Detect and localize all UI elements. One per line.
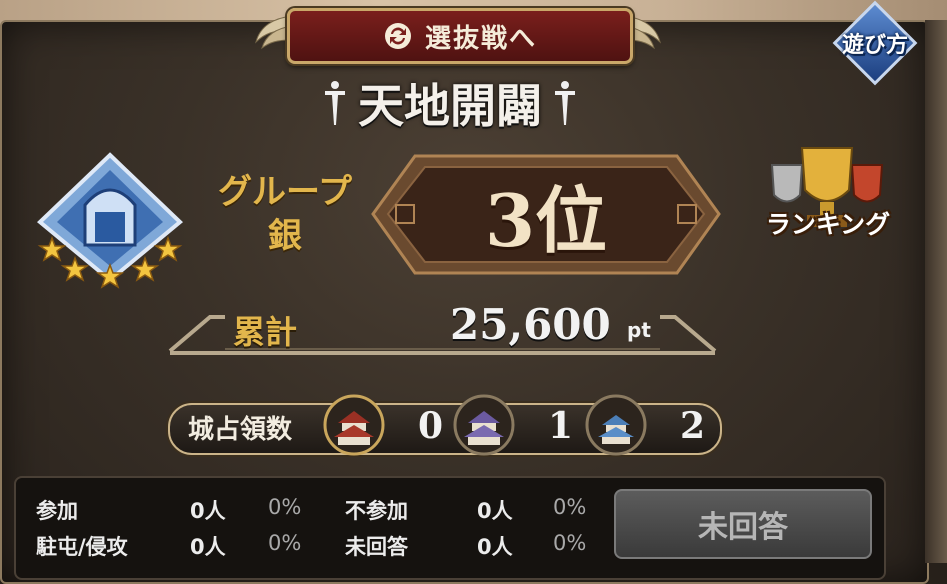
sword-icon [325, 81, 345, 125]
sword-icon [555, 81, 575, 125]
station-label: 駐屯/侵攻 [36, 535, 128, 559]
blue-castle-count: 2 [680, 405, 706, 447]
total-points: 25,600 [450, 300, 611, 349]
join-count: 0人 [190, 499, 226, 523]
group-label-line2: 銀 [268, 216, 302, 256]
group-rank: 3位 [484, 178, 608, 263]
panel-edge [925, 20, 947, 563]
total-label: 累計 [233, 313, 298, 351]
unanswered-button-label: 未回答 [698, 510, 788, 545]
nojoin-percent: 0% [553, 495, 587, 519]
howto-button[interactable]: 遊び方 [832, 0, 918, 86]
purple-castle-icon [453, 394, 515, 456]
nojoin-label: 不参加 [345, 499, 408, 523]
group-label: グループ 銀 [210, 170, 360, 270]
howto-label: 遊び方 [841, 33, 908, 58]
group-label-line1: グループ [218, 172, 352, 212]
page-title: 天地開闢 [285, 70, 615, 136]
selection-battle-label: 選抜戦へ [424, 23, 537, 54]
castle-count-label: 城占領数 [188, 415, 293, 445]
nojoin-count: 0人 [477, 499, 513, 523]
red-castle-count: 0 [418, 405, 444, 447]
station-percent: 0% [268, 531, 302, 555]
unanswered-button[interactable]: 未回答 [614, 489, 872, 559]
silver-group-emblem-icon [36, 152, 184, 289]
refresh-icon [384, 23, 411, 49]
station-count: 0人 [190, 535, 226, 559]
red-castle-icon [323, 394, 385, 456]
unanswered-percent: 0% [553, 531, 587, 555]
total-unit: pt [627, 318, 651, 342]
purple-castle-count: 1 [548, 405, 574, 447]
unanswered-count: 0人 [477, 535, 513, 559]
title-text: 天地開闢 [358, 79, 542, 133]
ranking-label: ランキング [765, 210, 891, 239]
blue-castle-icon [585, 394, 647, 456]
join-percent: 0% [268, 495, 302, 519]
join-label: 参加 [36, 499, 78, 523]
selection-battle-button[interactable]: 選抜戦へ [287, 8, 633, 64]
unanswered-label: 未回答 [345, 535, 408, 559]
